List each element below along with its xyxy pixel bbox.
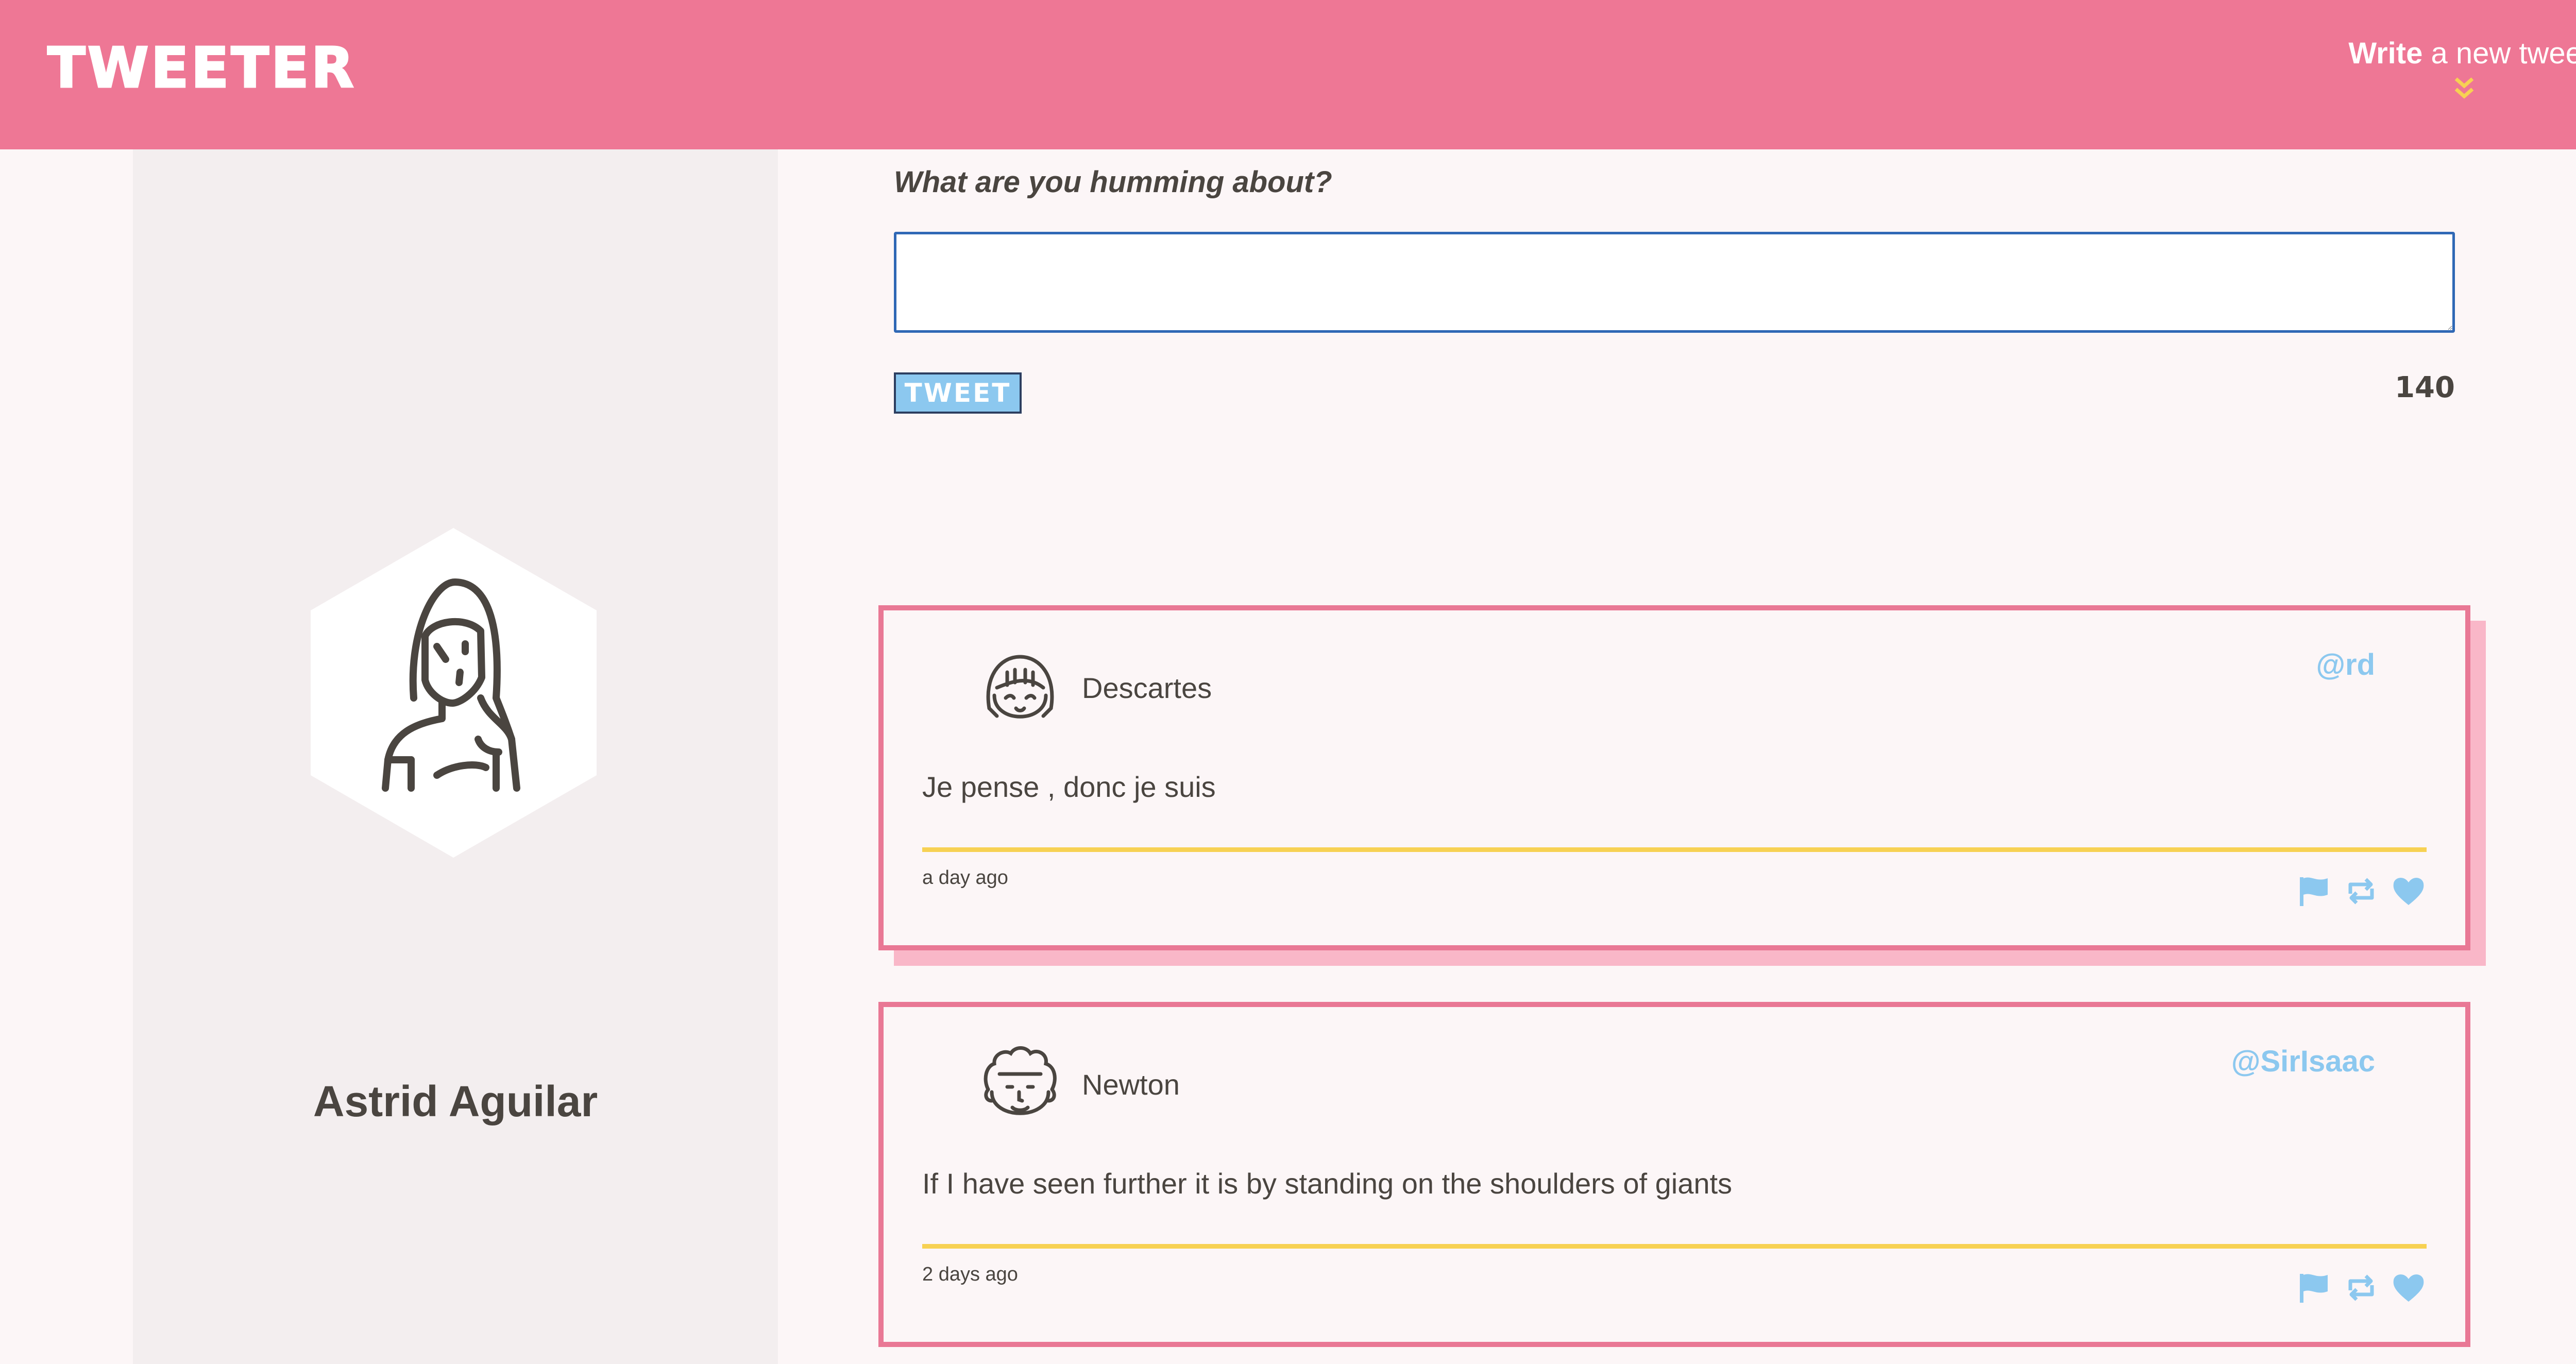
tweet-divider [922,1244,2427,1249]
tweet-author-handle[interactable]: @rd [2316,647,2375,682]
tweet-divider [922,847,2427,852]
tweet-submit-button[interactable]: TWEET [894,372,1022,414]
retweet-icon[interactable] [2343,1270,2379,1306]
tweet-author-name: Newton [1082,1068,1180,1101]
tweet-author-name: Descartes [1082,672,1212,704]
write-new-tweet-toggle[interactable]: Write a new tweet [2323,36,2576,99]
compose-label: What are you humming about? [894,165,1332,199]
tweet-card: Descartes @rd Je pense , donc je suis a … [878,605,2470,950]
brand-logo[interactable]: TWEETER [47,36,356,101]
tweet-text: Je pense , donc je suis [922,771,1216,803]
flag-icon[interactable] [2296,873,2332,909]
top-nav: TWEETER Write a new tweet [0,0,2576,149]
profile-sidebar: Astrid Aguilar [133,149,778,1364]
user-avatar-icon [979,1043,1061,1131]
character-counter: 140 [2395,371,2455,404]
tweet-actions [2296,1270,2427,1306]
heart-icon[interactable] [2391,1270,2427,1306]
tweet-text: If I have seen further it is by standing… [922,1167,1733,1200]
tweet-author-handle[interactable]: @SirIsaac [2231,1044,2375,1079]
user-avatar-icon [979,646,1061,734]
double-chevron-down-icon [2323,74,2576,109]
heart-icon[interactable] [2391,873,2427,909]
profile-name: Astrid Aguilar [313,1077,598,1126]
compose-toggle-bold: Write [2348,37,2423,70]
tweet-timestamp: a day ago [922,867,1008,889]
avatar [311,528,597,858]
tweet-actions [2296,873,2427,909]
compose-toggle-text: a new tweet [2422,37,2576,70]
tweet-card: Newton @SirIsaac If I have seen further … [878,1002,2470,1347]
tweet-input[interactable] [894,232,2455,333]
tweet-timestamp: 2 days ago [922,1264,1018,1285]
flag-icon[interactable] [2296,1270,2332,1306]
retweet-icon[interactable] [2343,873,2379,909]
